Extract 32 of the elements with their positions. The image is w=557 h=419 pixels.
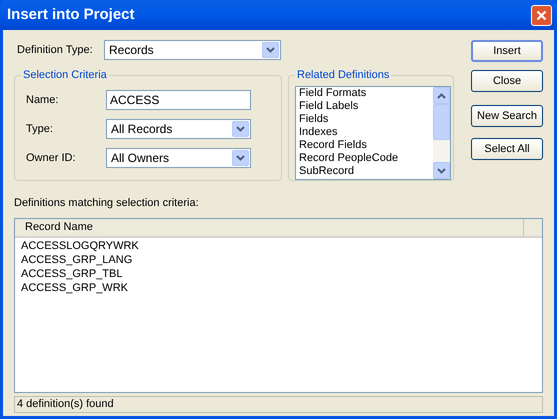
scroll-down-icon[interactable] bbox=[433, 162, 450, 179]
list-item[interactable]: Fields bbox=[299, 113, 433, 126]
list-row[interactable]: ACCESS_GRP_LANG bbox=[21, 252, 542, 266]
dialog-button[interactable]: Close bbox=[471, 70, 543, 92]
list-item[interactable]: SubRecord bbox=[299, 165, 433, 178]
close-icon bbox=[536, 10, 547, 20]
list-item[interactable]: Indexes bbox=[299, 126, 433, 139]
list-item[interactable]: Record Fields bbox=[299, 139, 433, 152]
scroll-thumb[interactable] bbox=[433, 104, 450, 140]
results-label: Definitions matching selection criteria: bbox=[14, 196, 200, 211]
dialog-button[interactable]: Insert bbox=[471, 40, 543, 62]
dialog-button[interactable]: Select All bbox=[471, 138, 543, 160]
scrollbar[interactable] bbox=[433, 87, 450, 179]
dropdown-field[interactable]: All Records bbox=[106, 119, 251, 139]
window-title: Insert into Project bbox=[7, 4, 135, 25]
field-label: Owner ID: bbox=[26, 150, 77, 166]
status-bar: 4 definition(s) found bbox=[14, 396, 543, 412]
close-button[interactable] bbox=[531, 4, 552, 26]
list-row[interactable]: ACCESS_GRP_TBL bbox=[21, 266, 542, 280]
dialog-button[interactable]: New Search bbox=[471, 105, 543, 127]
scroll-up-icon[interactable] bbox=[433, 87, 450, 104]
name-input-field[interactable]: ACCESS bbox=[106, 90, 251, 110]
field-label: Definition Type: bbox=[16, 42, 94, 58]
field-label: Type: bbox=[26, 122, 54, 137]
list-item[interactable]: Record PeopleCode bbox=[299, 152, 433, 165]
list-item[interactable]: Field Labels bbox=[299, 100, 433, 113]
field-label: Name: bbox=[26, 92, 60, 108]
definition-type-dropdown[interactable]: Records bbox=[104, 40, 281, 60]
dropdown-field[interactable]: All Owners bbox=[106, 148, 251, 168]
list-row[interactable]: ACCESS_GRP_WRK bbox=[21, 280, 542, 294]
list-row[interactable]: ACCESSLOGQRYWRK bbox=[21, 238, 542, 252]
list-item[interactable]: Field Formats bbox=[299, 87, 433, 100]
